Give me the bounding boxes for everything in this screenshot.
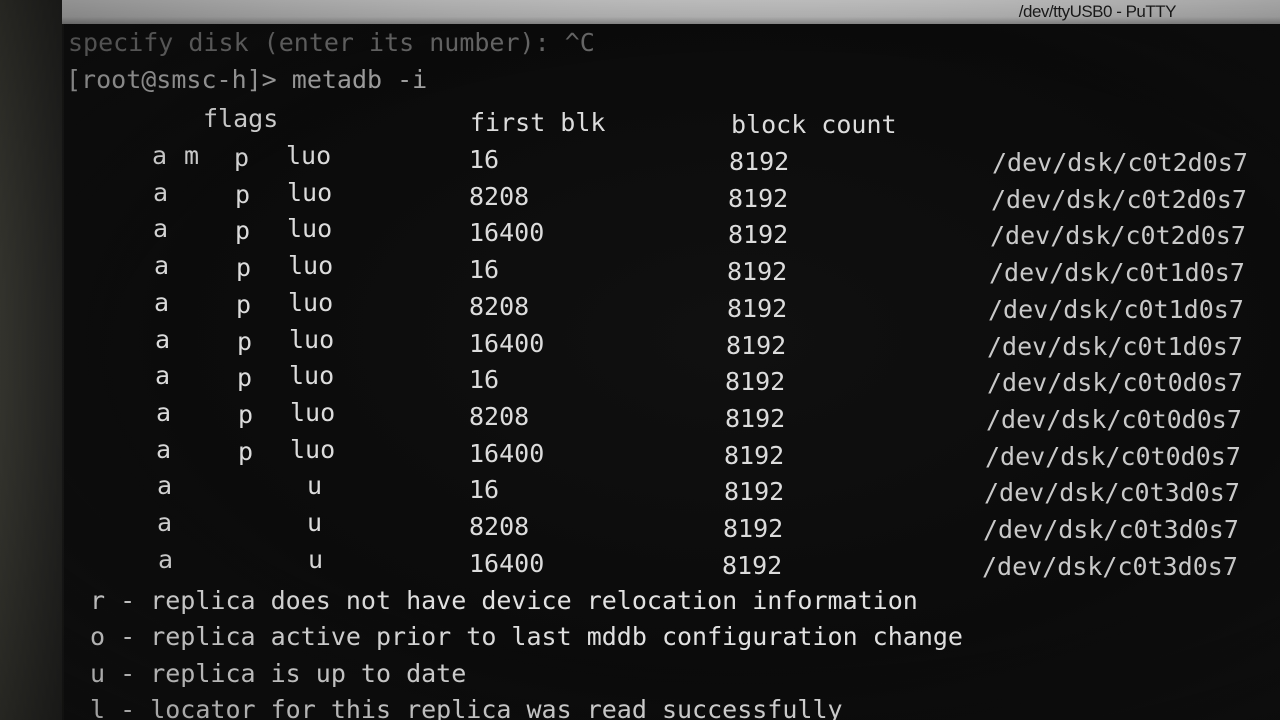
legend-line: l - locator for this replica was read su… [90,695,843,720]
device-path: /dev/dsk/c0t0d0s7 [986,405,1242,434]
flag-status: luo [289,325,335,354]
previous-output-line: specify disk (enter its number): ^C [68,28,595,57]
putty-title-bar[interactable]: /dev/ttyUSB0 - PuTTY [62,0,1280,24]
first-blk-value: 16 [469,365,500,394]
flag-status: luo [288,251,334,280]
device-path: /dev/dsk/c0t3d0s7 [982,552,1238,581]
block-count-value: 8192 [725,367,786,396]
first-blk-value: 16400 [469,439,545,468]
first-blk-value: 8208 [469,402,530,431]
flag-p: p [235,216,251,245]
first-blk-value: 16 [469,255,500,284]
flag-status: u [307,508,323,537]
device-path: /dev/dsk/c0t2d0s7 [991,185,1247,214]
block-count-value: 8192 [727,257,788,286]
legend-line: o - replica active prior to last mddb co… [90,622,963,651]
flag-a: a [157,471,173,500]
flag-status: luo [288,288,334,317]
flag-a: a [155,361,171,390]
block-count-value: 8192 [727,294,788,323]
device-path: /dev/dsk/c0t2d0s7 [990,221,1246,250]
first-blk-value: 8208 [469,512,530,541]
flag-p: p [235,180,251,209]
flag-a: a [152,141,168,170]
flag-status: luo [287,178,333,207]
flag-p: p [238,437,254,466]
flag-status: u [308,545,324,574]
block-count-value: 8192 [724,477,785,506]
flag-status: luo [286,141,332,170]
flag-status: luo [289,361,335,390]
block-count-value: 8192 [724,441,785,470]
flag-a: a [154,288,170,317]
photo-of-monitor: /dev/ttyUSB0 - PuTTY specify disk (enter… [0,0,1280,720]
first-blk-value: 16400 [469,218,545,247]
flag-status: luo [290,398,336,427]
block-count-value: 8192 [728,184,789,213]
first-blk-value: 16400 [469,549,545,578]
first-blk-value: 8208 [469,182,530,211]
column-header-block-count: block count [731,110,897,139]
device-path: /dev/dsk/c0t1d0s7 [988,295,1244,324]
command-prompt-line: [root@smsc-h]> metadb -i [66,65,428,94]
flag-a: a [154,251,170,280]
flag-a: a [153,178,169,207]
flag-p: p [237,327,253,356]
device-path: /dev/dsk/c0t3d0s7 [984,478,1240,507]
first-blk-value: 16400 [469,329,545,358]
flag-a: a [156,435,172,464]
device-path: /dev/dsk/c0t1d0s7 [987,332,1243,361]
flag-p: p [234,143,250,172]
block-count-value: 8192 [723,514,784,543]
flag-p: p [236,290,252,319]
flag-p: p [238,400,254,429]
device-path: /dev/dsk/c0t1d0s7 [989,258,1245,287]
block-count-value: 8192 [726,331,787,360]
legend-line: r - replica does not have device relocat… [90,586,918,615]
flag-status: u [307,471,323,500]
flag-a: a [155,325,171,354]
block-count-value: 8192 [725,404,786,433]
window-title: /dev/ttyUSB0 - PuTTY [1018,2,1177,21]
terminal-screen[interactable]: specify disk (enter its number): ^C [root… [64,24,1280,720]
flag-a: a [158,545,174,574]
block-count-value: 8192 [729,147,790,176]
legend-line: u - replica is up to date [90,659,467,688]
flag-m: m [184,141,200,170]
device-path: /dev/dsk/c0t0d0s7 [987,368,1243,397]
flag-p: p [236,253,252,282]
device-path: /dev/dsk/c0t2d0s7 [992,148,1248,177]
flag-status: luo [287,214,333,243]
monitor-bezel [0,0,62,720]
column-header-first-blk: first blk [470,108,606,137]
flag-status: luo [290,435,336,464]
device-path: /dev/dsk/c0t0d0s7 [985,442,1241,471]
column-header-flags: flags [203,104,279,133]
first-blk-value: 16 [469,145,500,174]
device-path: /dev/dsk/c0t3d0s7 [983,515,1239,544]
first-blk-value: 8208 [469,292,530,321]
block-count-value: 8192 [728,220,789,249]
flag-a: a [156,398,172,427]
flag-p: p [237,363,253,392]
first-blk-value: 16 [469,475,500,504]
block-count-value: 8192 [722,551,783,580]
flag-a: a [153,214,169,243]
flag-a: a [157,508,173,537]
